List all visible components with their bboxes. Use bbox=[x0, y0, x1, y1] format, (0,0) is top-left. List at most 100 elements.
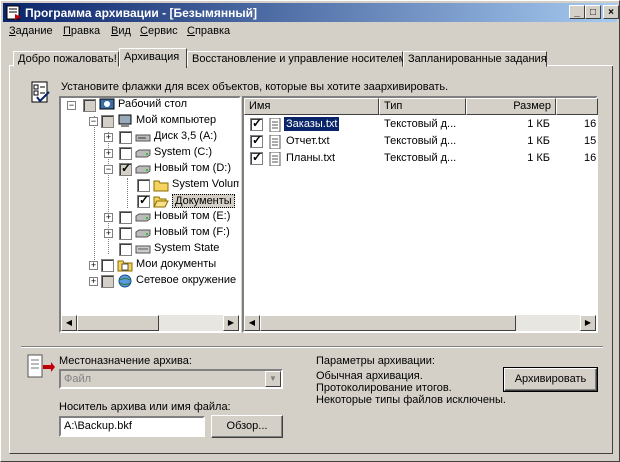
browse-button[interactable]: Обзор... bbox=[211, 415, 283, 438]
params-line: Протоколирование итогов. bbox=[316, 382, 452, 394]
table-row[interactable]: ✓ Отчет.txt Текстовый д... 1 КБ 15 bbox=[244, 133, 596, 150]
tree-label: System State bbox=[154, 242, 220, 254]
expand-icon[interactable]: + bbox=[104, 229, 113, 238]
collapse-icon[interactable]: − bbox=[89, 117, 98, 126]
tree-item-network[interactable]: + Сетевое окружение bbox=[61, 274, 239, 290]
expand-icon[interactable]: + bbox=[104, 133, 113, 142]
maximize-button[interactable]: □ bbox=[585, 5, 601, 19]
tree-item-system-c[interactable]: + System (C:) bbox=[61, 146, 239, 162]
instruction-text: Установите флажки для всех объектов, кот… bbox=[61, 81, 449, 93]
menu-tools[interactable]: Сервис bbox=[140, 25, 178, 37]
floppy-drive-icon bbox=[135, 134, 151, 142]
tab-restore[interactable]: Восстановление и управление носителем bbox=[187, 51, 406, 67]
column-header-extra[interactable] bbox=[556, 98, 598, 115]
file-list[interactable]: Имя Тип Размер ✓ Заказы.txt Текстовый д.… bbox=[242, 96, 598, 333]
section-divider bbox=[21, 346, 603, 348]
tree-item-desktop[interactable]: − Рабочий стол bbox=[61, 98, 239, 114]
tree-checkbox[interactable] bbox=[101, 115, 114, 128]
file-type: Текстовый д... bbox=[384, 135, 457, 147]
tree-item-my-computer[interactable]: − Мой компьютер bbox=[61, 114, 239, 130]
hard-drive-icon bbox=[135, 229, 151, 238]
tree-checkbox[interactable] bbox=[101, 259, 114, 272]
network-icon bbox=[118, 274, 132, 288]
hard-drive-icon bbox=[135, 149, 151, 158]
params-title: Параметры архивации: bbox=[316, 355, 435, 367]
media-filename-input[interactable]: A:\Backup.bkf bbox=[59, 416, 205, 437]
folder-icon bbox=[153, 180, 169, 192]
computer-icon bbox=[118, 114, 132, 127]
tree-label: Диск 3,5 (A:) bbox=[154, 130, 218, 142]
scroll-right-icon[interactable]: ▶ bbox=[223, 315, 239, 331]
tree-checkbox[interactable] bbox=[83, 99, 96, 112]
file-size: 1 КБ bbox=[527, 135, 550, 147]
my-documents-icon bbox=[117, 260, 133, 272]
collapse-icon[interactable]: − bbox=[67, 101, 76, 110]
expand-icon[interactable]: + bbox=[89, 261, 98, 270]
file-checkbox[interactable]: ✓ bbox=[250, 150, 263, 165]
menu-edit[interactable]: Правка bbox=[63, 25, 100, 37]
archive-destination-icon bbox=[27, 354, 55, 378]
backup-app-icon bbox=[6, 5, 21, 20]
tree-checkbox[interactable] bbox=[137, 179, 150, 192]
tree-item-new-volume-f[interactable]: + Новый том (F:) bbox=[61, 226, 239, 242]
start-backup-button[interactable]: Архивировать bbox=[503, 367, 598, 392]
scroll-right-icon[interactable]: ▶ bbox=[580, 315, 596, 331]
tree-item-system-state[interactable]: System State bbox=[61, 242, 239, 258]
tree-item-floppy[interactable]: + Диск 3,5 (A:) bbox=[61, 130, 239, 146]
minimize-button[interactable]: _ bbox=[569, 5, 585, 19]
tree-checkbox[interactable] bbox=[119, 227, 132, 240]
tab-welcome[interactable]: Добро пожаловать! bbox=[13, 51, 119, 67]
menu-help[interactable]: Справка bbox=[187, 25, 230, 37]
file-name: Заказы.txt bbox=[284, 117, 340, 131]
file-checkbox[interactable]: ✓ bbox=[250, 116, 263, 131]
file-checkbox[interactable]: ✓ bbox=[250, 133, 263, 148]
scroll-thumb[interactable] bbox=[260, 315, 516, 331]
destination-select[interactable]: Файл ▼ bbox=[59, 369, 283, 389]
tree-checkbox[interactable] bbox=[119, 211, 132, 224]
column-header-type[interactable]: Тип bbox=[379, 98, 466, 115]
text-file-icon bbox=[269, 152, 281, 166]
backup-window: Программа архивации - [Безымянный] _ □ ×… bbox=[0, 0, 620, 462]
column-header-name[interactable]: Имя bbox=[244, 98, 379, 115]
expand-icon[interactable]: + bbox=[104, 213, 113, 222]
table-row[interactable]: ✓ Заказы.txt Текстовый д... 1 КБ 16 bbox=[244, 116, 596, 133]
table-row[interactable]: ✓ Планы.txt Текстовый д... 1 КБ 16 bbox=[244, 150, 596, 167]
tree-checkbox[interactable] bbox=[119, 131, 132, 144]
collapse-icon[interactable]: − bbox=[104, 165, 113, 174]
tree-checkbox[interactable]: ✓ bbox=[137, 193, 150, 208]
tree-checkbox[interactable]: ✓ bbox=[119, 161, 132, 176]
file-extra: 16 bbox=[584, 118, 597, 130]
tree-label: System Volum bbox=[172, 178, 239, 190]
file-extra: 16 bbox=[584, 152, 597, 164]
tab-backup[interactable]: Архивация bbox=[119, 48, 187, 68]
tree-checkbox[interactable] bbox=[119, 243, 132, 256]
scroll-thumb[interactable] bbox=[77, 315, 159, 331]
folder-open-icon bbox=[153, 196, 169, 208]
destination-label: Местоназначение архива: bbox=[59, 355, 192, 367]
list-horizontal-scrollbar[interactable]: ◀ ▶ bbox=[244, 315, 596, 331]
expand-icon[interactable]: + bbox=[104, 149, 113, 158]
tree-item-system-volume[interactable]: System Volum bbox=[61, 178, 239, 194]
scroll-left-icon[interactable]: ◀ bbox=[244, 315, 260, 331]
tree-label: Новый том (E:) bbox=[154, 210, 231, 222]
tree-item-my-documents[interactable]: + Мои документы bbox=[61, 258, 239, 274]
tree-label: Мой компьютер bbox=[136, 114, 217, 126]
folder-tree[interactable]: − Рабочий стол − Мой компьютер + Диск 3,… bbox=[59, 96, 241, 333]
tree-item-new-volume-d[interactable]: − ✓ Новый том (D:) bbox=[61, 161, 239, 178]
tree-checkbox[interactable] bbox=[119, 147, 132, 160]
text-file-icon bbox=[269, 118, 281, 132]
tree-item-new-volume-e[interactable]: + Новый том (E:) bbox=[61, 210, 239, 226]
close-button[interactable]: × bbox=[603, 5, 619, 19]
tree-item-documents[interactable]: ✓ Документы bbox=[61, 193, 239, 210]
tree-checkbox[interactable] bbox=[101, 275, 114, 288]
menu-view[interactable]: Вид bbox=[111, 25, 131, 37]
tree-label: Сетевое окружение bbox=[136, 274, 237, 286]
expand-icon[interactable]: + bbox=[89, 277, 98, 286]
tree-horizontal-scrollbar[interactable]: ◀ ▶ bbox=[61, 315, 239, 331]
chevron-down-icon[interactable]: ▼ bbox=[265, 371, 281, 387]
menu-task[interactable]: Задание bbox=[9, 25, 53, 37]
scroll-left-icon[interactable]: ◀ bbox=[61, 315, 77, 331]
title-bar[interactable]: Программа архивации - [Безымянный] _ □ × bbox=[3, 3, 619, 22]
column-header-size[interactable]: Размер bbox=[466, 98, 556, 115]
tab-scheduled[interactable]: Запланированные задания bbox=[403, 51, 547, 67]
